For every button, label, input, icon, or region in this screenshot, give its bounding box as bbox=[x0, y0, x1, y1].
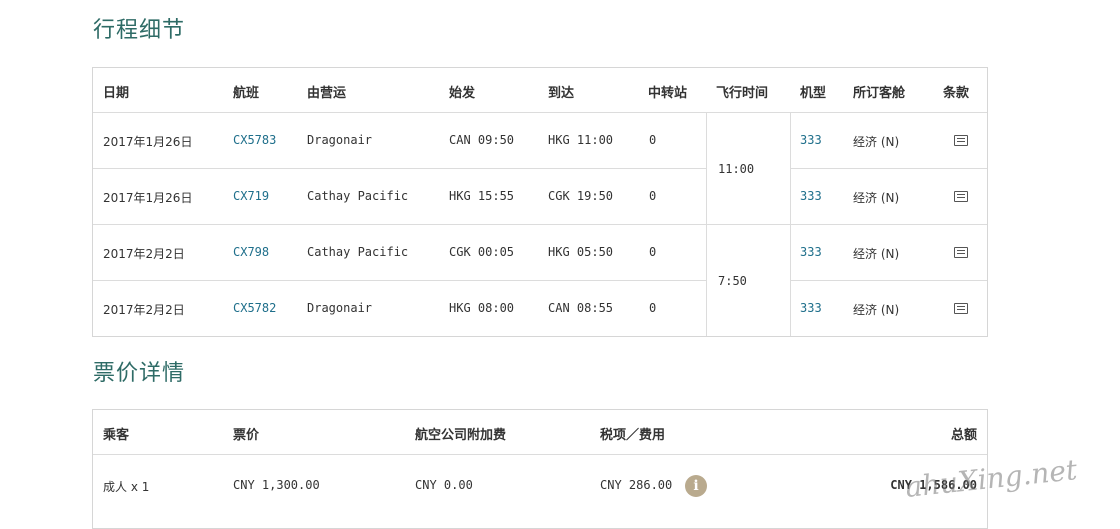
row-stops: 0 bbox=[649, 245, 657, 259]
row-cabin: 经济 (N) bbox=[853, 191, 900, 205]
fare-passenger: 成人 x 1 bbox=[103, 480, 150, 494]
fare-surcharge: CNY 0.00 bbox=[415, 478, 473, 492]
row-divider-2 bbox=[93, 224, 987, 225]
header-taxes: 税项／费用 bbox=[600, 428, 666, 443]
aircraft-link[interactable]: 333 bbox=[800, 245, 822, 259]
flight-number-link[interactable]: CX798 bbox=[233, 245, 269, 259]
flight-time-col-left bbox=[706, 112, 707, 336]
document-icon[interactable] bbox=[954, 303, 968, 314]
fare-amount: CNY 1,300.00 bbox=[233, 478, 320, 492]
row-arrive: CGK 19:50 bbox=[548, 189, 614, 203]
aircraft-link[interactable]: 333 bbox=[800, 189, 822, 203]
fare-table: 乘客 票价 航空公司附加费 税项／费用 总额 成人 x 1 CNY 1,300.… bbox=[92, 409, 988, 529]
row-date: 2017年2月2日 bbox=[103, 303, 185, 317]
row-stops: 0 bbox=[649, 133, 657, 147]
header-stops: 中转站 bbox=[648, 86, 688, 101]
row-stops: 0 bbox=[649, 301, 657, 315]
header-date: 日期 bbox=[103, 86, 130, 101]
row-depart: HKG 15:55 bbox=[449, 189, 515, 203]
flight-time-return: 7:50 bbox=[718, 274, 747, 288]
row-arrive: HKG 11:00 bbox=[548, 133, 614, 147]
document-icon[interactable] bbox=[954, 191, 968, 202]
header-arrive: 到达 bbox=[548, 86, 575, 101]
fare-header-divider bbox=[93, 454, 987, 455]
row-arrive: CAN 08:55 bbox=[548, 301, 614, 315]
info-icon[interactable]: i bbox=[685, 475, 707, 497]
header-fare: 票价 bbox=[233, 428, 260, 443]
itinerary-table: 日期 航班 由营运 始发 到达 中转站 飞行时间 机型 所订客舱 条款 2017… bbox=[92, 67, 988, 337]
row-divider-3b bbox=[790, 280, 987, 281]
header-divider bbox=[93, 112, 987, 113]
row-cabin: 经济 (N) bbox=[853, 303, 900, 317]
header-passenger: 乘客 bbox=[103, 428, 130, 443]
fare-title: 票价详情 bbox=[93, 361, 186, 386]
flight-number-link[interactable]: CX5782 bbox=[233, 301, 276, 315]
header-depart: 始发 bbox=[449, 86, 476, 101]
row-operator: Cathay Pacific bbox=[307, 245, 409, 259]
row-date: 2017年2月2日 bbox=[103, 247, 185, 261]
row-depart: HKG 08:00 bbox=[449, 301, 515, 315]
row-divider-1a bbox=[93, 168, 706, 169]
header-cabin: 所订客舱 bbox=[853, 86, 906, 101]
flight-number-link[interactable]: CX5783 bbox=[233, 133, 276, 147]
header-surcharge: 航空公司附加费 bbox=[415, 428, 507, 443]
row-stops: 0 bbox=[649, 189, 657, 203]
flight-time-outbound: 11:00 bbox=[718, 162, 755, 176]
row-date: 2017年1月26日 bbox=[103, 191, 193, 205]
flight-time-col-right bbox=[790, 112, 791, 336]
header-flight: 航班 bbox=[233, 86, 260, 101]
itinerary-title: 行程细节 bbox=[93, 18, 186, 43]
row-depart: CGK 00:05 bbox=[449, 245, 515, 259]
header-terms: 条款 bbox=[943, 86, 970, 101]
header-total: 总额 bbox=[950, 428, 977, 443]
row-operator: Dragonair bbox=[307, 133, 373, 147]
header-operator: 由营运 bbox=[307, 86, 347, 101]
row-operator: Cathay Pacific bbox=[307, 189, 409, 203]
row-arrive: HKG 05:50 bbox=[548, 245, 614, 259]
header-flight-time: 飞行时间 bbox=[716, 86, 769, 101]
fare-taxes: CNY 286.00 bbox=[600, 478, 673, 492]
row-cabin: 经济 (N) bbox=[853, 247, 900, 261]
header-aircraft: 机型 bbox=[800, 86, 827, 101]
document-icon[interactable] bbox=[954, 247, 968, 258]
row-cabin: 经济 (N) bbox=[853, 135, 900, 149]
flight-number-link[interactable]: CX719 bbox=[233, 189, 269, 203]
row-divider-1b bbox=[790, 168, 987, 169]
aircraft-link[interactable]: 333 bbox=[800, 133, 822, 147]
row-depart: CAN 09:50 bbox=[449, 133, 515, 147]
aircraft-link[interactable]: 333 bbox=[800, 301, 822, 315]
row-operator: Dragonair bbox=[307, 301, 373, 315]
row-date: 2017年1月26日 bbox=[103, 135, 193, 149]
document-icon[interactable] bbox=[954, 135, 968, 146]
row-divider-3a bbox=[93, 280, 706, 281]
